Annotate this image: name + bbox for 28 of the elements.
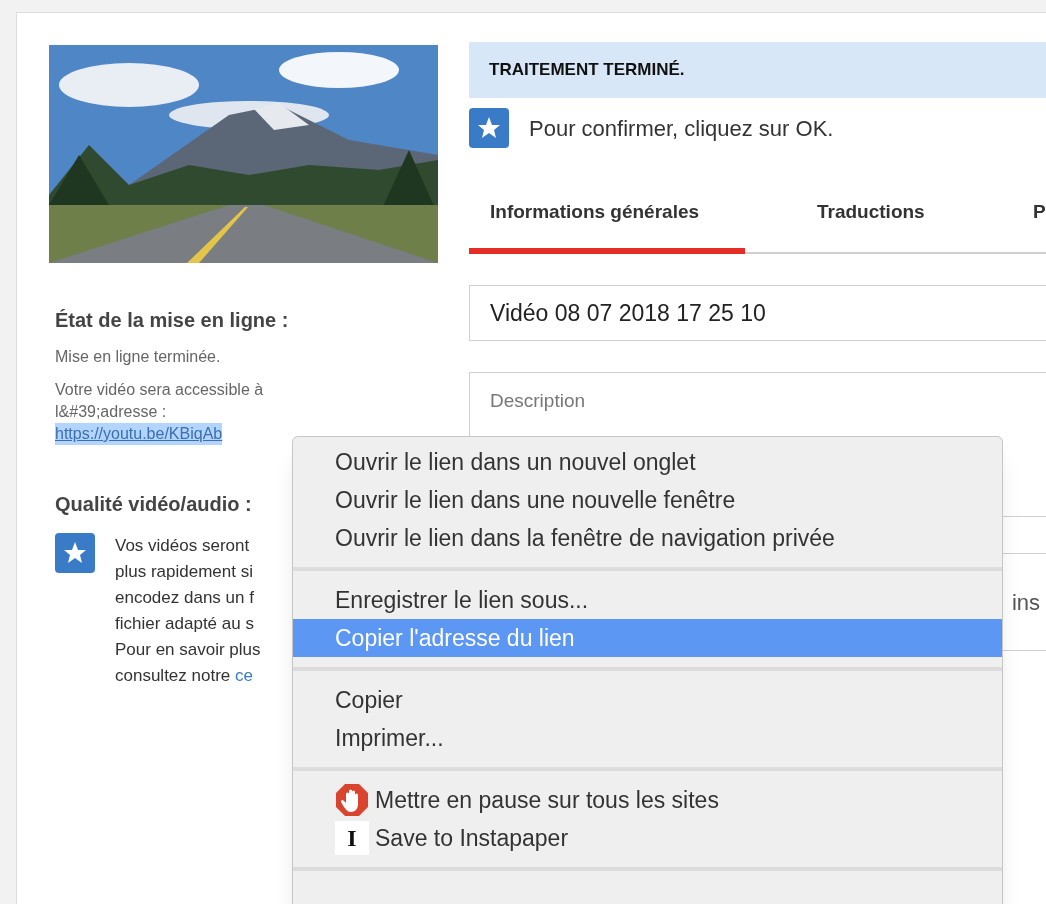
section-heading: État de la mise en ligne : bbox=[55, 308, 289, 333]
text-line: fichier adapté au s bbox=[115, 613, 254, 635]
menu-item[interactable]: Enregistrer le lien sous... bbox=[293, 581, 1002, 619]
field-text: ins bbox=[1011, 589, 1040, 617]
menu-item[interactable]: Ouvrir le lien dans une nouvelle fenêtre bbox=[293, 481, 1002, 519]
link[interactable]: ce bbox=[235, 666, 253, 685]
text-line: encodez dans un f bbox=[115, 587, 254, 609]
tab[interactable]: Informations générales bbox=[469, 174, 745, 254]
text-line: plus rapidement si bbox=[115, 561, 253, 583]
tab[interactable]: P bbox=[1015, 174, 1046, 254]
menu-item[interactable]: Ouvrir le lien dans la fenêtre de navigation privée bbox=[293, 519, 1002, 557]
tab[interactable]: Traductions bbox=[745, 174, 1015, 254]
title-field[interactable]: Vidéo 08 07 2018 17 25 10 bbox=[469, 285, 1046, 341]
text-line: consultez notre ce bbox=[115, 665, 253, 687]
status-text: Mise en ligne terminée. bbox=[55, 347, 222, 367]
text-line: Pour en savoir plus bbox=[115, 639, 261, 661]
menu-item[interactable]: Ouvrir le lien dans un nouvel onglet bbox=[293, 443, 1002, 481]
menu-item[interactable]: Copier bbox=[293, 681, 1002, 719]
menu-item[interactable]: Imprimer... bbox=[293, 719, 1002, 757]
menu-item[interactable]: I Save to Instapaper bbox=[293, 819, 1002, 857]
text-line: Vos vidéos seront bbox=[115, 535, 250, 557]
stop-hand-icon bbox=[335, 783, 369, 817]
status-banner: TRAITEMENT TERMINÉ. bbox=[469, 42, 1046, 98]
instapaper-icon: I bbox=[335, 821, 369, 855]
message-text: Pour confirmer, cliquez sur OK. bbox=[529, 114, 834, 143]
menu-item[interactable]: Mettre en pause sur tous les sites bbox=[293, 781, 1002, 819]
section-heading: Qualité vidéo/audio : bbox=[55, 492, 252, 517]
note-text: Votre vidéo sera accessible à l&#39;adresse : bbox=[55, 380, 265, 422]
